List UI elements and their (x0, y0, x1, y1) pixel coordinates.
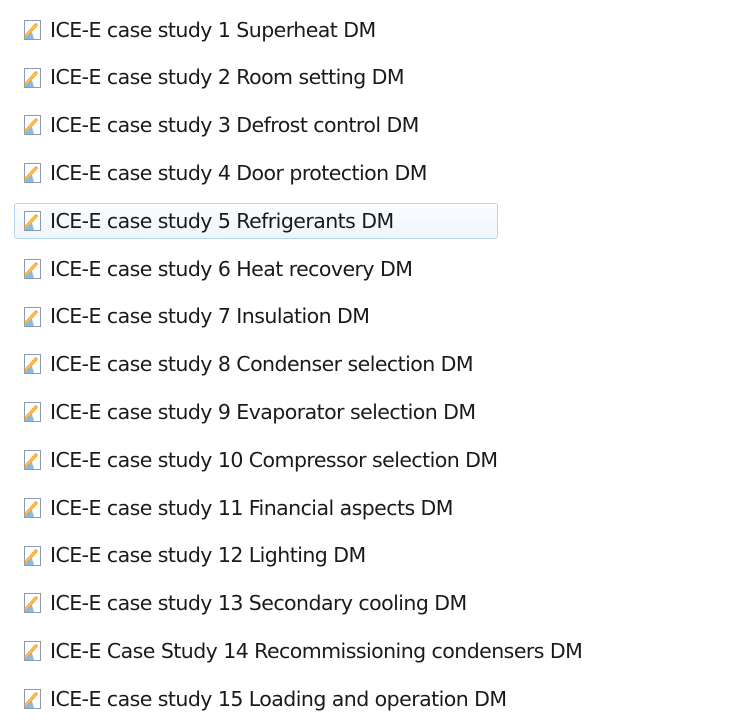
file-name: ICE-E case study 13 Secondary cooling DM (50, 591, 467, 616)
file-list: ICE-E case study 1 Superheat DM ICE-E ca… (14, 6, 734, 723)
shortcut-file-icon (24, 450, 41, 471)
file-item-5[interactable]: ICE-E case study 5 Refrigerants DM (14, 197, 734, 245)
shortcut-file-icon (24, 163, 41, 184)
file-name: ICE-E case study 2 Room setting DM (50, 65, 405, 90)
file-name: ICE-E case study 12 Lighting DM (50, 543, 366, 568)
file-name: ICE-E case study 4 Door protection DM (50, 161, 427, 186)
file-name: ICE-E case study 15 Loading and operatio… (50, 686, 507, 711)
file-item-9[interactable]: ICE-E case study 9 Evaporator selection … (14, 388, 734, 436)
shortcut-file-icon (24, 641, 41, 662)
file-name: ICE-E case study 5 Refrigerants DM (50, 208, 394, 233)
file-name: ICE-E case study 1 Superheat DM (50, 17, 376, 42)
file-name: ICE-E case study 6 Heat recovery DM (50, 256, 413, 281)
shortcut-file-icon (24, 306, 41, 327)
file-name: ICE-E case study 3 Defrost control DM (50, 113, 419, 138)
shortcut-file-icon (24, 545, 41, 566)
file-item-12[interactable]: ICE-E case study 12 Lighting DM (14, 532, 734, 580)
file-item-11[interactable]: ICE-E case study 11 Financial aspects DM (14, 484, 734, 532)
file-item-8[interactable]: ICE-E case study 8 Condenser selection D… (14, 341, 734, 389)
shortcut-file-icon (24, 402, 41, 423)
shortcut-file-icon (24, 19, 41, 40)
shortcut-file-icon (24, 497, 41, 518)
shortcut-file-icon (24, 593, 41, 614)
file-item-6[interactable]: ICE-E case study 6 Heat recovery DM (14, 245, 734, 293)
file-name: ICE-E case study 8 Condenser selection D… (50, 352, 474, 377)
file-name: ICE-E case study 11 Financial aspects DM (50, 495, 453, 520)
file-item-3[interactable]: ICE-E case study 3 Defrost control DM (14, 102, 734, 150)
file-item-10[interactable]: ICE-E case study 10 Compressor selection… (14, 436, 734, 484)
shortcut-file-icon (24, 689, 41, 710)
file-name: ICE-E Case Study 14 Recommissioning cond… (50, 639, 583, 663)
file-item-13[interactable]: ICE-E case study 13 Secondary cooling DM (14, 580, 734, 628)
shortcut-file-icon (24, 115, 41, 136)
file-item-15[interactable]: ICE-E case study 15 Loading and operatio… (14, 675, 734, 723)
shortcut-file-icon (24, 258, 41, 279)
file-item-7[interactable]: ICE-E case study 7 Insulation DM (14, 293, 734, 341)
shortcut-file-icon (24, 67, 41, 88)
file-name: ICE-E case study 7 Insulation DM (50, 304, 370, 329)
file-name: ICE-E case study 9 Evaporator selection … (50, 400, 476, 425)
file-item-1[interactable]: ICE-E case study 1 Superheat DM (14, 6, 734, 54)
shortcut-file-icon (24, 211, 41, 232)
shortcut-file-icon (24, 354, 41, 375)
file-item-14[interactable]: ICE-E Case Study 14 Recommissioning cond… (14, 627, 734, 675)
file-item-2[interactable]: ICE-E case study 2 Room setting DM (14, 54, 734, 102)
file-name: ICE-E case study 10 Compressor selection… (50, 447, 498, 472)
file-item-4[interactable]: ICE-E case study 4 Door protection DM (14, 149, 734, 197)
